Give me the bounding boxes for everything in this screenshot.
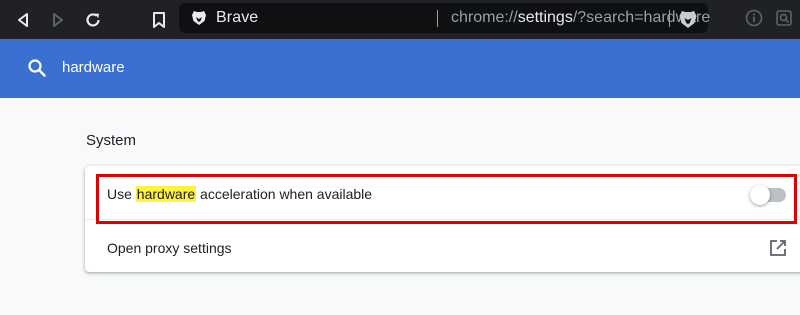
url-right-divider xyxy=(669,10,670,27)
bookmark-icon xyxy=(153,12,165,28)
forward-button[interactable] xyxy=(45,7,71,33)
forward-arrow-icon xyxy=(53,13,63,27)
settings-search-header: hardware xyxy=(0,39,800,98)
url-divider xyxy=(437,10,438,27)
annotation-highlight-box xyxy=(96,174,797,224)
extension-icon xyxy=(776,10,792,26)
proxy-settings-row[interactable]: Open proxy settings xyxy=(85,219,800,272)
url-scheme: chrome:// xyxy=(451,9,518,26)
back-button[interactable] xyxy=(10,7,36,33)
bookmark-button[interactable] xyxy=(146,7,172,33)
search-icon xyxy=(28,59,46,77)
reload-button[interactable] xyxy=(80,7,106,33)
brave-shields-icon[interactable] xyxy=(677,8,699,30)
info-icon xyxy=(745,9,763,27)
open-in-new-icon[interactable] xyxy=(768,238,788,258)
proxy-settings-label: Open proxy settings xyxy=(107,240,232,256)
section-title: System xyxy=(86,132,137,149)
search-input[interactable]: hardware xyxy=(62,59,125,76)
address-bar[interactable]: Brave chrome://settings/?search=hardware xyxy=(179,3,710,33)
extension-button[interactable] xyxy=(774,8,796,30)
reload-icon xyxy=(86,13,100,27)
url-text: chrome://settings/?search=hardware xyxy=(451,9,710,27)
extension-info-button[interactable] xyxy=(744,8,766,30)
back-arrow-icon xyxy=(18,13,28,27)
browser-toolbar: Brave chrome://settings/?search=hardware xyxy=(0,0,800,39)
brave-lion-icon xyxy=(192,11,206,25)
site-name: Brave xyxy=(216,9,259,26)
url-host: settings xyxy=(517,9,573,26)
